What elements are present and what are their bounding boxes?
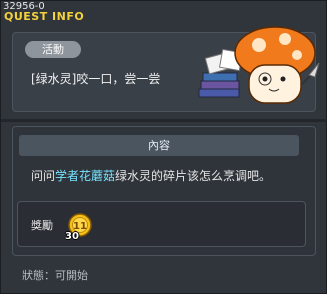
mushroom-scholar-icon bbox=[198, 26, 320, 104]
content-header: 內容 bbox=[19, 135, 299, 156]
quest-status: 狀態：可開始 bbox=[22, 269, 88, 282]
reward-box bbox=[17, 201, 306, 247]
section-divider bbox=[1, 119, 327, 122]
quest-description: 问问学者花蘑菇绿水灵的碎片该怎么烹调吧。 bbox=[31, 167, 271, 184]
desc-text: 问问 bbox=[31, 169, 56, 183]
quest-title: [绿水灵]咬一口，尝一尝 bbox=[31, 72, 161, 86]
window-title: QUEST INFO bbox=[4, 10, 85, 23]
quest-type-badge: 活動 bbox=[25, 41, 81, 58]
quest-info-window: 32956-0 QUEST INFO 活動 [绿水灵]咬一口，尝一尝 內容 问问… bbox=[0, 0, 327, 294]
reward-count: 30 bbox=[65, 231, 79, 242]
npc-name-link[interactable]: 学者花蘑菇 bbox=[55, 169, 115, 183]
reward-label: 獎勵 bbox=[31, 219, 53, 232]
desc-text-end: 绿水灵的碎片该怎么烹调吧。 bbox=[115, 169, 272, 183]
